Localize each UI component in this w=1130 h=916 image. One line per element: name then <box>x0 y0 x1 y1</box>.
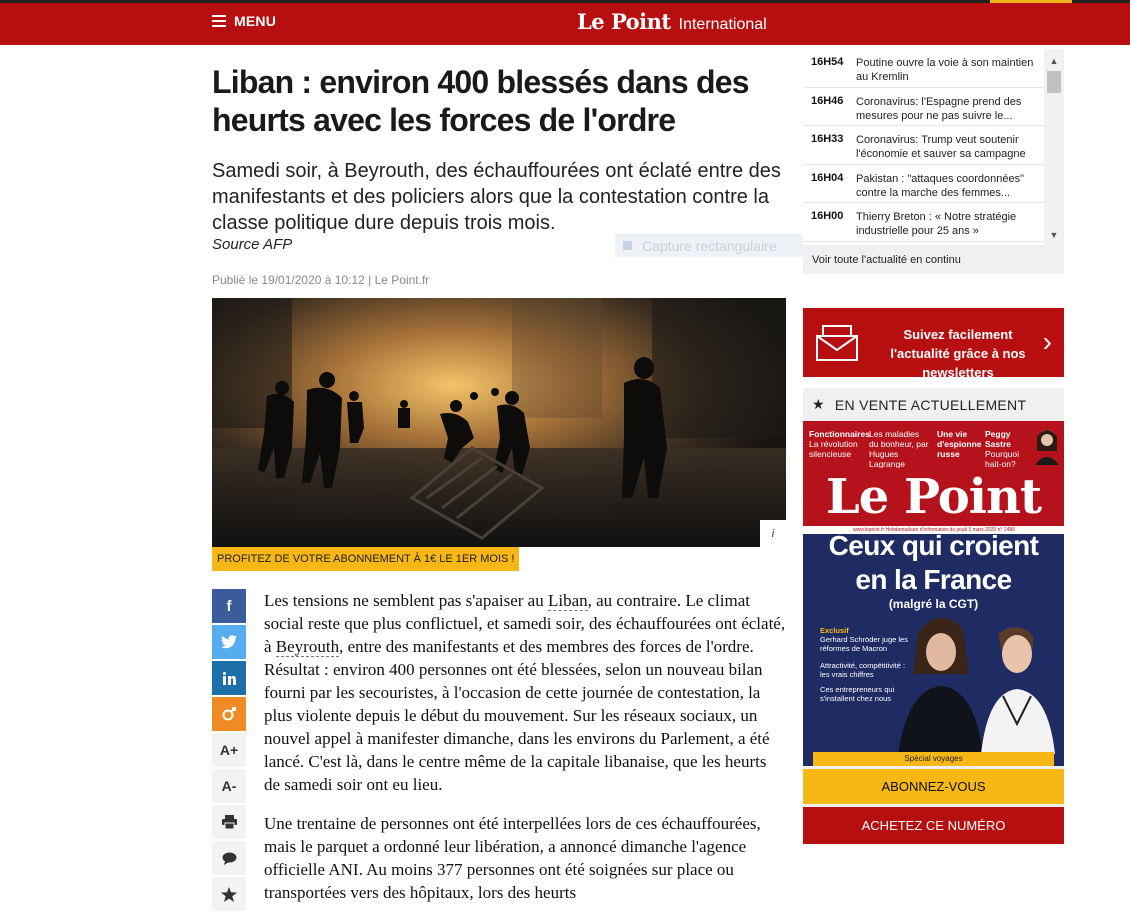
more-share-button[interactable] <box>212 697 246 731</box>
live-news-list: 16H54 Poutine ouvre la voie à son maintie… <box>803 49 1044 244</box>
section-name: International <box>678 16 767 33</box>
live-news-scrollbar[interactable]: ▲ ▼ <box>1044 49 1064 245</box>
comment-button[interactable] <box>212 841 246 875</box>
star-icon: ★ <box>812 396 825 412</box>
hero-image[interactable]: i <box>212 298 786 547</box>
envelope-icon <box>816 325 858 361</box>
top-stripe <box>0 0 1130 3</box>
twitter-share-button[interactable] <box>212 625 246 659</box>
live-news-item[interactable]: 16H04 Pakistan : "attaques coordonnées" c… <box>803 165 1044 204</box>
capture-label: Capture rectangulaire <box>642 237 777 254</box>
cover-teaser: Fonctionnaires La révolution silencieuse <box>809 429 870 459</box>
live-news-item[interactable]: 16H46 Coronavirus: l'Espagne prend des me… <box>803 88 1044 127</box>
article-paragraph: Une trentaine de personnes ont été inter… <box>264 814 761 902</box>
share-toolbar: f A+ A- <box>212 589 246 913</box>
article-headline: Liban : environ 400 blessés dans des heu… <box>212 64 750 138</box>
cover-headline: Ceux qui croient <box>828 530 1039 561</box>
live-news-item[interactable]: 16H54 Poutine ouvre la voie à son maintie… <box>803 49 1044 88</box>
article-chapo: Samedi soir, à Beyrouth, des échauffouré… <box>212 160 781 234</box>
scroll-down-icon[interactable]: ▼ <box>1044 227 1064 243</box>
linkedin-share-button[interactable] <box>212 661 246 695</box>
font-increase-button[interactable]: A+ <box>212 733 246 767</box>
article-source: Source AFP <box>212 236 293 253</box>
cover-people-photo <box>898 617 1055 754</box>
scroll-thumb[interactable] <box>1047 71 1061 93</box>
facebook-share-button[interactable]: f <box>212 589 246 623</box>
magazine-cover[interactable]: Fonctionnaires La révolution silencieuse … <box>803 421 1064 766</box>
favorite-button[interactable] <box>212 877 246 911</box>
star-icon <box>221 886 237 902</box>
cover-teaser: Peggy Sastre Pourquoi hait-on? <box>985 429 1020 469</box>
cover-portrait <box>1035 430 1059 465</box>
link-liban[interactable]: Liban <box>547 591 588 611</box>
buy-issue-button[interactable]: ACHETEZ CE NUMÉRO <box>803 807 1064 844</box>
capture-icon <box>623 241 632 250</box>
print-icon <box>221 815 237 829</box>
top-stripe-accent <box>990 0 1072 3</box>
facebook-icon: f <box>226 597 232 615</box>
publication-date: Publié le 19/01/2020 à 10:12 | Le Point.… <box>212 273 430 287</box>
subscription-promo[interactable]: PROFITEZ DE VOTRE ABONNEMENT À 1€ LE 1ER… <box>212 547 520 571</box>
scroll-up-icon[interactable]: ▲ <box>1044 53 1064 69</box>
live-news-item[interactable]: 16H00 Thierry Breton : « Notre stratégie … <box>803 203 1044 242</box>
on-sale-widget: ★ EN VENTE ACTUELLEMENT Fonctionnaires La… <box>803 388 1064 844</box>
menu-icon <box>212 14 226 28</box>
cover-headline: en la France <box>855 564 1012 595</box>
cover-teasers: Fonctionnaires La révolution silencieuse … <box>803 421 1064 469</box>
twitter-icon <box>221 635 237 649</box>
article-body: Les tensions ne semblent pas s'apaiser a… <box>264 589 786 916</box>
menu-button[interactable]: MENU <box>212 13 276 29</box>
cover-teaser: Les maladies du bonheur, par Hugues Lagra… <box>869 429 929 469</box>
cover-masthead: Le Point <box>803 468 1064 526</box>
font-decrease-icon: A- <box>221 778 237 794</box>
comment-icon <box>222 852 236 865</box>
top-navigation-bar: MENU Le Point International <box>0 0 1130 45</box>
font-decrease-button[interactable]: A- <box>212 769 246 803</box>
on-sale-header: ★ EN VENTE ACTUELLEMENT <box>803 388 1064 421</box>
cover-teaser: Une vie d'espionne russe <box>937 429 982 459</box>
brand-name: Le Point <box>577 9 671 34</box>
subscribe-button[interactable]: ABONNEZ-VOUS <box>803 769 1064 804</box>
brand-logo[interactable]: Le Point International <box>577 9 767 34</box>
menu-label: MENU <box>234 13 277 29</box>
newsletter-banner[interactable]: Suivez facilement l'actualité grâce à no… <box>803 308 1064 380</box>
newsletter-text: Suivez facilement l'actualité grâce à no… <box>890 327 1026 380</box>
print-button[interactable] <box>212 805 246 839</box>
share-icon <box>222 707 236 721</box>
linkedin-icon <box>222 671 236 685</box>
chevron-right-icon: › <box>1042 326 1052 357</box>
cover-bottom-band: Spécial voyages <box>813 752 1054 766</box>
riot-photo <box>212 298 786 547</box>
article-paragraph: Les tensions ne semblent pas s'apaiser a… <box>264 591 786 794</box>
live-news-widget: 16H54 Poutine ouvre la voie à son maintie… <box>803 49 1064 274</box>
info-icon[interactable]: i <box>760 520 786 547</box>
live-news-item[interactable]: 16H33 Coronavirus: Trump veut soutenir l'… <box>803 126 1044 165</box>
see-all-news-link[interactable]: Voir toute l'actualité en continu <box>803 245 1064 274</box>
on-sale-title: EN VENTE ACTUELLEMENT <box>834 396 1027 413</box>
link-beyrouth[interactable]: Beyrouth <box>275 637 340 657</box>
font-increase-icon: A+ <box>219 742 239 758</box>
